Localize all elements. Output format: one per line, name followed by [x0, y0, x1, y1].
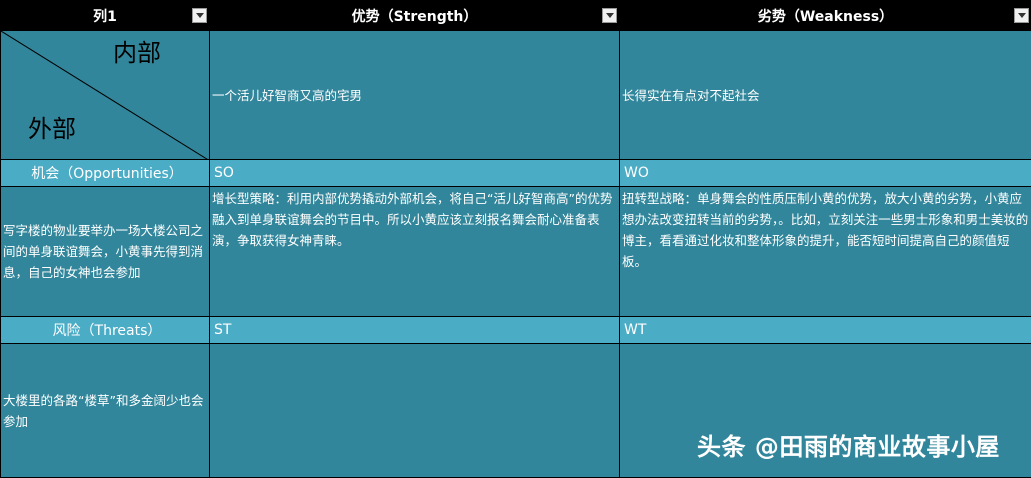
header-col2[interactable]: 优势（Strength） — [210, 1, 620, 31]
header-col1[interactable]: 列1 — [1, 1, 210, 31]
internal-external-row: 内部 外部 一个活儿好智商又高的宅男 长得实在有点对不起社会 — [1, 31, 1031, 160]
opportunities-label-row: 机会（Opportunities） SO WO — [1, 160, 1031, 187]
header-col2-label: 优势（Strength） — [352, 6, 478, 26]
header-row: 列1 优势（Strength） 劣势（Weakness） — [1, 1, 1031, 31]
outer-label: 外部 — [28, 109, 76, 144]
st-strategy-cell[interactable] — [210, 344, 620, 478]
st-label-cell[interactable]: ST — [210, 317, 620, 344]
header-col1-label: 列1 — [93, 6, 117, 26]
filter-dropdown-col3-icon[interactable] — [1014, 8, 1029, 23]
so-label-cell[interactable]: SO — [210, 160, 620, 187]
threats-label-cell[interactable]: 风险（Threats） — [1, 317, 210, 344]
so-strategy-cell[interactable]: 增长型策略：利用内部优势撬动外部机会，将自己“活儿好智商高”的优势融入到单身联谊… — [210, 187, 620, 317]
swot-table: 列1 优势（Strength） 劣势（Weakness） 内部 外部 一个活儿好… — [0, 0, 1031, 478]
wt-label-cell[interactable]: WT — [620, 317, 1031, 344]
threats-desc-cell[interactable]: 大楼里的各路“楼草”和多金阔少也会参加 — [1, 344, 210, 478]
wo-label-cell[interactable]: WO — [620, 160, 1031, 187]
header-col3[interactable]: 劣势（Weakness） — [620, 1, 1031, 31]
opportunities-desc-cell[interactable]: 写字楼的物业要举办一场大楼公司之间的单身联谊舞会，小黄事先得到消息，自己的女神也… — [1, 187, 210, 317]
wo-strategy-cell[interactable]: 扭转型战略：单身舞会的性质压制小黄的优势，放大小黄的劣势，小黄应想办法改变扭转当… — [620, 187, 1031, 317]
opportunities-label-cell[interactable]: 机会（Opportunities） — [1, 160, 210, 187]
opportunities-content-row: 写字楼的物业要举办一场大楼公司之间的单身联谊舞会，小黄事先得到消息，自己的女神也… — [1, 187, 1031, 317]
threats-label-row: 风险（Threats） ST WT — [1, 317, 1031, 344]
weakness-cell[interactable]: 长得实在有点对不起社会 — [620, 31, 1031, 160]
inner-label: 内部 — [113, 33, 161, 68]
watermark-text: 头条 @田雨的商业故事小屋 — [697, 427, 1000, 462]
diagonal-header-cell[interactable]: 内部 外部 — [1, 31, 210, 160]
filter-dropdown-col2-icon[interactable] — [602, 8, 617, 23]
filter-dropdown-col1-icon[interactable] — [192, 8, 207, 23]
strength-cell[interactable]: 一个活儿好智商又高的宅男 — [210, 31, 620, 160]
header-col3-label: 劣势（Weakness） — [758, 6, 893, 26]
